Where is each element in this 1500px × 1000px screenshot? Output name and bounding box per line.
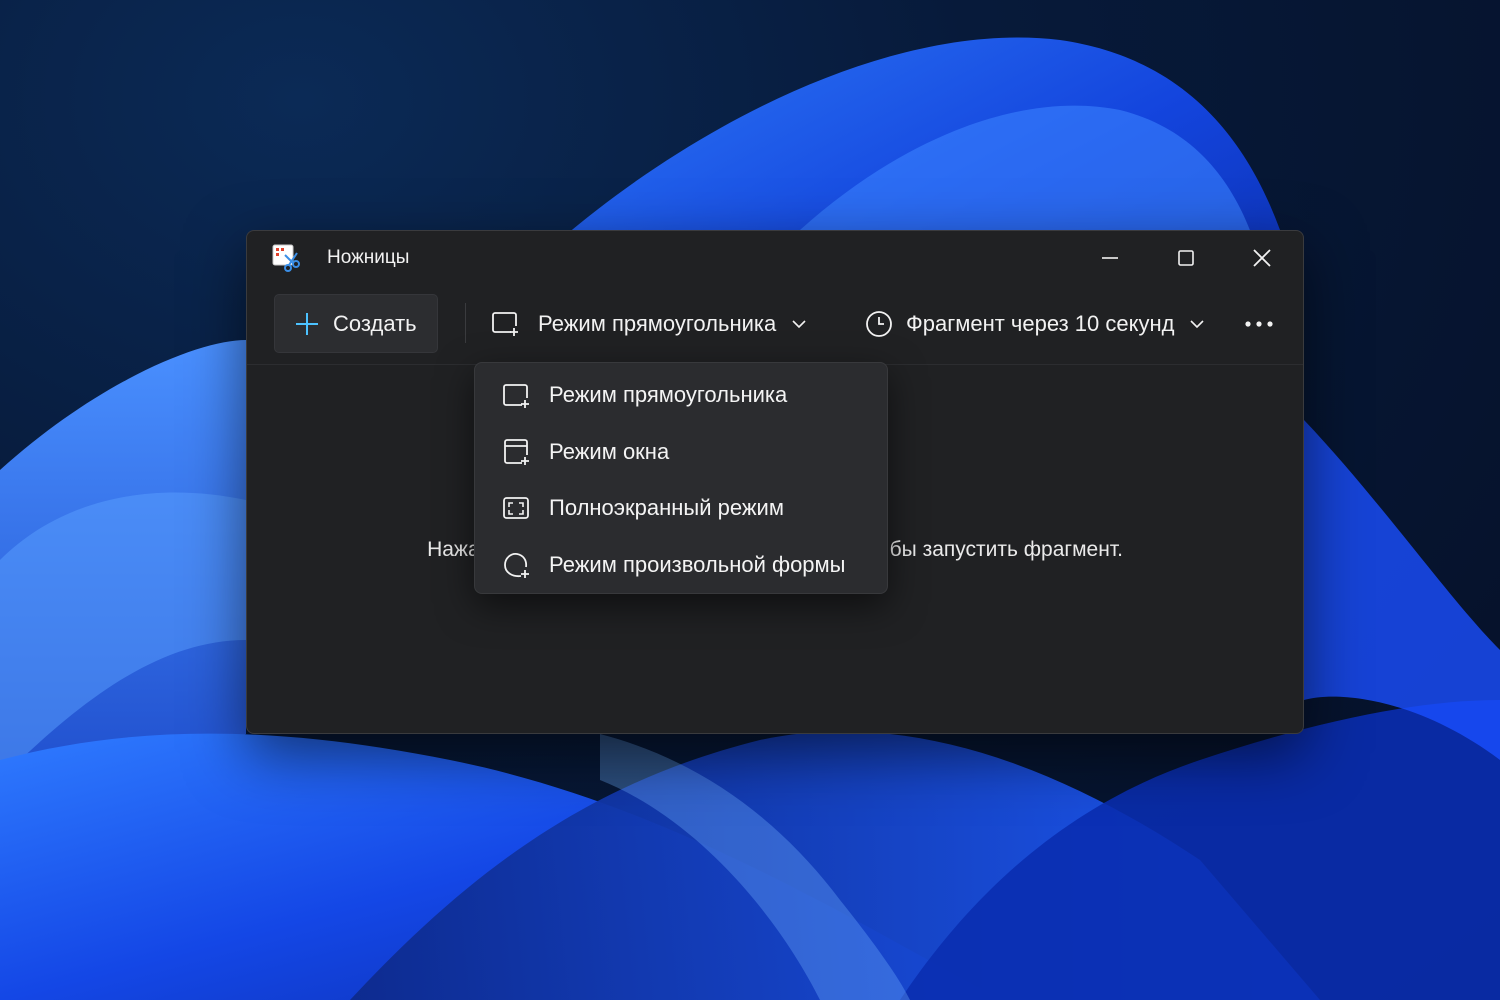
snip-delay-label: Фрагмент через 10 секунд <box>906 310 1175 336</box>
snip-mode-label: Режим прямоугольника <box>538 310 777 336</box>
toolbar-divider <box>465 303 466 343</box>
title-bar[interactable]: Ножницы <box>247 231 1303 287</box>
menu-item-rectangle[interactable]: Режим прямоугольника <box>475 367 887 424</box>
clock-icon <box>866 310 892 337</box>
plus-icon <box>296 312 318 335</box>
more-options-button[interactable] <box>1231 294 1287 353</box>
window-snip-icon <box>504 438 529 465</box>
freeform-snip-icon <box>504 552 529 578</box>
close-button[interactable] <box>1225 235 1299 281</box>
hint-text-right: бы запустить фрагмент. <box>889 538 1123 561</box>
rectangle-snip-icon <box>503 384 529 409</box>
create-button-label: Создать <box>333 310 417 336</box>
snipping-tool-icon <box>272 244 300 272</box>
snip-delay-dropdown[interactable]: Фрагмент через 10 секунд <box>859 294 1227 353</box>
create-button[interactable]: Создать <box>274 294 438 353</box>
window-title: Ножницы <box>327 247 410 268</box>
menu-item-fullscreen[interactable]: Полноэкранный режим <box>475 480 887 537</box>
snip-mode-dropdown[interactable]: Режим прямоугольника <box>479 294 841 353</box>
menu-item-label: Полноэкранный режим <box>549 495 784 521</box>
minimize-button[interactable] <box>1073 235 1147 281</box>
menu-item-label: Режим прямоугольника <box>549 382 788 408</box>
maximize-icon <box>1178 250 1194 266</box>
menu-item-label: Режим окна <box>549 438 670 464</box>
toolbar: Создать Режим прямоугольника Фрагмент че… <box>247 291 1303 365</box>
more-icon <box>1245 320 1273 327</box>
hint-text-left: Нажа <box>427 538 480 561</box>
menu-item-freeform[interactable]: Режим произвольной формы <box>475 537 887 594</box>
chevron-down-icon <box>1190 319 1205 328</box>
snip-mode-menu: Режим прямоугольника Режим окна Полноэкр… <box>474 362 888 594</box>
rectangle-snip-icon <box>492 311 518 336</box>
menu-item-label: Режим произвольной формы <box>549 551 846 577</box>
maximize-button[interactable] <box>1149 235 1223 281</box>
chevron-down-icon <box>792 319 806 328</box>
menu-item-window[interactable]: Режим окна <box>475 424 887 481</box>
close-icon <box>1253 249 1271 267</box>
minimize-icon <box>1102 257 1118 259</box>
fullscreen-snip-icon <box>503 497 529 520</box>
